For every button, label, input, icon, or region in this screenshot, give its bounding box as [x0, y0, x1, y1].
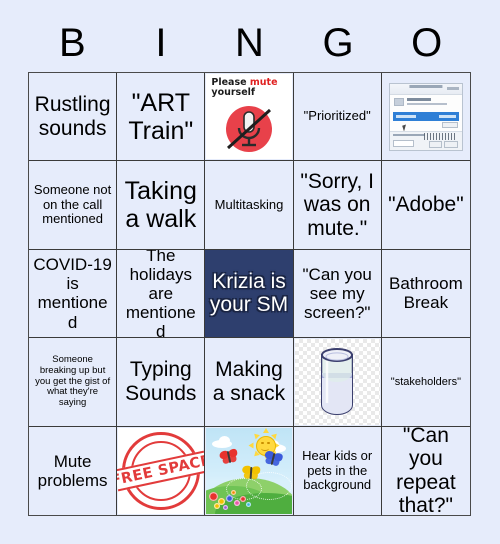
- bingo-cell-n2[interactable]: Multitasking: [205, 161, 294, 250]
- dialog-selected-row: [392, 111, 459, 121]
- bingo-cell-text: "ART Train": [128, 88, 194, 145]
- bingo-cell-g2[interactable]: "Sorry, I was on mute.": [293, 161, 382, 250]
- bingo-cell-i1[interactable]: "ART Train": [117, 73, 206, 162]
- dialog-header-icon: [393, 97, 404, 106]
- bingo-cell-i4[interactable]: Typing Sounds: [117, 338, 206, 427]
- footer-button-2: [443, 140, 458, 148]
- footer-redacted-text: [423, 132, 457, 140]
- bingo-cell-n3[interactable]: Krizia is your SM: [205, 249, 294, 339]
- sun-eye-right: [267, 441, 270, 445]
- bingo-cell-text: Krizia is your SM: [209, 269, 289, 317]
- bingo-cell-b1[interactable]: Rustling sounds: [29, 73, 118, 162]
- bingo-cell-i2[interactable]: Taking a walk: [117, 161, 206, 250]
- flower-1: [209, 491, 219, 501]
- bingo-cell-o5[interactable]: "Can you repeat that?": [381, 426, 470, 515]
- footer-label: [392, 133, 425, 137]
- mute-microphone-icon: [221, 104, 277, 159]
- dialog-title-text: [409, 84, 443, 88]
- sun-eye-left: [261, 441, 264, 445]
- sun-ray-1: [263, 427, 270, 433]
- dialog-header-line-2: [406, 102, 448, 106]
- header-letter-g: G: [322, 21, 354, 65]
- dialog-header-line-1: [406, 97, 432, 101]
- free-space-stamp-graphic: FREE SPACE: [117, 427, 205, 514]
- bingo-cell-text: "Sorry, I was on mute.": [300, 169, 374, 240]
- bingo-cell-text: Someone breaking up but you get the gist…: [35, 354, 111, 408]
- bingo-cell-g1[interactable]: "Prioritized": [293, 73, 382, 162]
- bingo-cell-b5[interactable]: Mute problems: [29, 426, 118, 515]
- bingo-cell-o1[interactable]: [381, 73, 470, 162]
- file-dialog-screenshot-graphic: [383, 74, 469, 159]
- bingo-cell-n5[interactable]: [205, 426, 294, 515]
- bingo-cell-g4[interactable]: [293, 338, 382, 427]
- butterfly-yellow: [242, 464, 261, 480]
- bingo-grid: Rustling sounds "ART Train" Please mute you…: [28, 72, 471, 516]
- glass-of-water-graphic: [294, 339, 380, 425]
- footer-button-1: [428, 140, 442, 148]
- footer-input: [392, 139, 415, 147]
- bingo-cell-o2[interactable]: "Adobe": [381, 161, 470, 250]
- bingo-cell-text: Multitasking: [214, 196, 284, 212]
- header-letter-n: N: [235, 21, 264, 65]
- bingo-cell-o4[interactable]: "stakeholders": [381, 338, 470, 427]
- bingo-cell-text: "Adobe": [388, 193, 464, 217]
- bingo-cell-n4[interactable]: Making a snack: [205, 338, 294, 427]
- bingo-cell-b2[interactable]: Someone not on the call mentioned: [29, 161, 118, 250]
- spring-meadow-graphic: [206, 427, 292, 514]
- selected-row-value: [438, 114, 456, 118]
- bingo-cell-o3[interactable]: Bathroom Break: [381, 249, 470, 339]
- selected-row-label: [395, 114, 416, 118]
- bingo-cell-text: Rustling sounds: [34, 93, 111, 140]
- bingo-cell-text: Taking a walk: [124, 177, 197, 234]
- header-letter-i: I: [155, 21, 167, 65]
- butterfly-red: [219, 447, 240, 465]
- bingo-cell-text: The holidays are mentioned: [125, 249, 196, 339]
- bingo-cell-text: Typing Sounds: [125, 358, 197, 405]
- bingo-cell-g5[interactable]: Hear kids or pets in the background: [293, 426, 382, 515]
- bingo-cell-text: "stakeholders": [390, 375, 461, 388]
- cloud-left-puff: [219, 435, 231, 445]
- dialog-titlebar: [389, 83, 462, 95]
- header-letter-b: B: [58, 21, 86, 65]
- dialog-window: [388, 82, 463, 151]
- bingo-cell-b3[interactable]: COVID-19 is mentioned: [29, 249, 118, 339]
- bingo-card: B I N G O Rustling sounds "ART Train" Plea…: [0, 0, 500, 544]
- flower-3: [226, 494, 234, 502]
- mute-caption: Please mute yourself: [211, 78, 277, 98]
- bingo-cell-text: Someone not on the call mentioned: [33, 182, 112, 227]
- bingo-cell-text: "Can you see my screen?": [302, 264, 372, 322]
- bingo-cell-text: Bathroom Break: [389, 274, 463, 313]
- bingo-cell-text: COVID-19 is mentioned: [33, 255, 112, 332]
- bingo-cell-text: "Can you repeat that?": [396, 426, 456, 515]
- please-mute-yourself-graphic: Please mute yourself: [206, 74, 292, 160]
- header-letter-o: O: [411, 21, 443, 65]
- bingo-header: B I N G O: [28, 14, 471, 72]
- butterfly-hindwing-right: [250, 471, 259, 480]
- dialog-action-button: [442, 121, 458, 128]
- sun-ray-3: [248, 442, 254, 449]
- bingo-cell-b4[interactable]: Someone breaking up but you get the gist…: [29, 338, 118, 427]
- glass-icon: [321, 347, 354, 415]
- dialog-footer: [389, 130, 462, 150]
- bingo-cell-text: "Prioritized": [303, 108, 371, 124]
- bingo-cell-i5[interactable]: FREE SPACE: [117, 426, 206, 515]
- bingo-cell-i3[interactable]: The holidays are mentioned: [117, 249, 206, 339]
- window-controls: [446, 86, 459, 90]
- bingo-cell-text: Hear kids or pets in the background: [302, 447, 373, 493]
- bingo-cell-g3[interactable]: "Can you see my screen?": [293, 249, 382, 339]
- mute-caption-line2: yourself: [211, 86, 256, 98]
- bingo-cell-text: Mute problems: [37, 451, 108, 490]
- bingo-cell-text: Making a snack: [212, 358, 286, 405]
- bingo-cell-n1[interactable]: Please mute yourself: [205, 73, 294, 162]
